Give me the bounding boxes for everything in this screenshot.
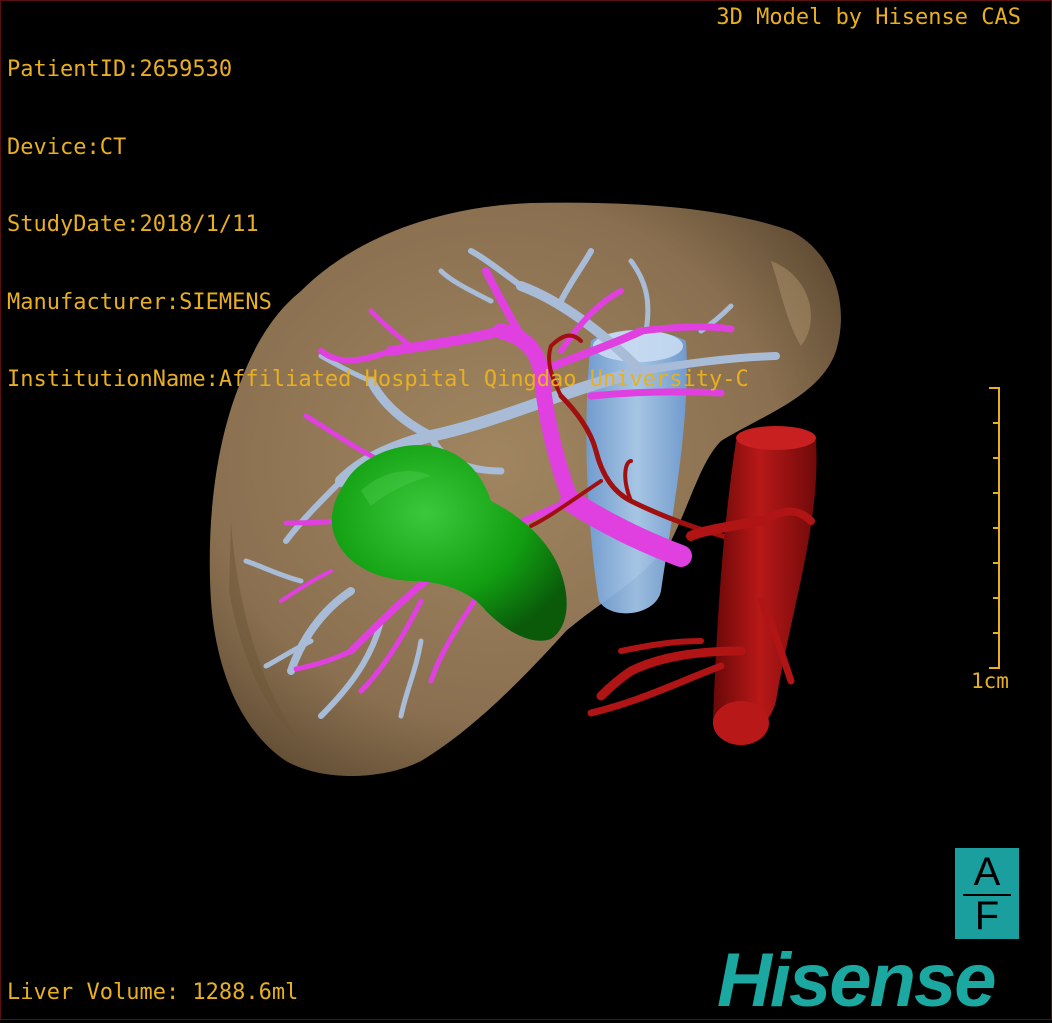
3d-viewport[interactable]: PatientID:2659530 Device:CT StudyDate:20… bbox=[0, 0, 1052, 1023]
manufacturer: Manufacturer:SIEMENS bbox=[7, 289, 272, 315]
aorta bbox=[713, 426, 817, 745]
device: Device:CT bbox=[7, 134, 127, 160]
patient-info-overlay: PatientID:2659530 Device:CT StudyDate:20… bbox=[7, 5, 749, 445]
hisense-logo: Hisense bbox=[717, 938, 996, 1023]
orientation-marker[interactable]: A F bbox=[955, 848, 1019, 939]
scale-label: 1cm bbox=[971, 669, 1009, 693]
orientation-bottom-label: F bbox=[974, 894, 1000, 938]
scale-bar bbox=[989, 387, 1000, 669]
institution-name: InstitutionName:Affiliated Hospital Qing… bbox=[7, 367, 749, 392]
model-credit: 3D Model by Hisense CAS bbox=[716, 5, 1021, 30]
study-date: StudyDate:2018/1/11 bbox=[7, 212, 259, 237]
patient-id: PatientID:2659530 bbox=[7, 57, 233, 82]
orientation-top-label: A bbox=[973, 850, 1001, 894]
liver-volume-readout: Liver Volume: 1288.6ml bbox=[7, 980, 299, 1005]
